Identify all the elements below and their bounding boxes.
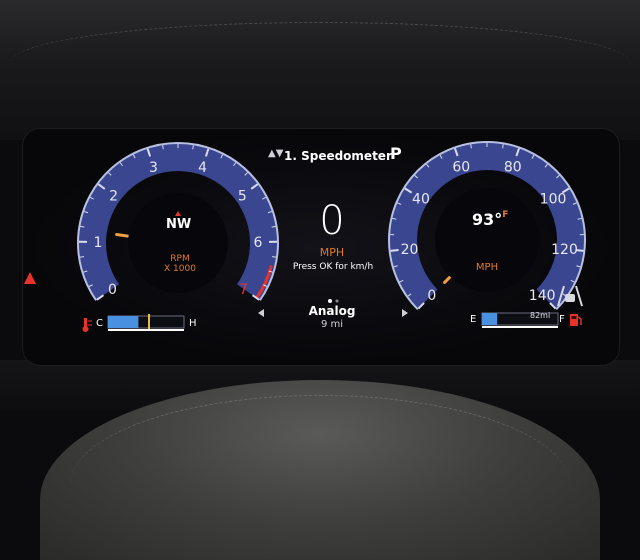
- rpm-multiplier-label: X 1000: [164, 264, 196, 274]
- menu-title: 1. Speedometer: [284, 149, 392, 163]
- outside-temperature: 93°F: [472, 210, 508, 229]
- units-hint: Press OK for km/h: [286, 262, 380, 272]
- digital-speed: 0: [300, 198, 364, 244]
- right-arrow-icon: [402, 309, 408, 317]
- spd-tick-label: 120: [551, 242, 578, 258]
- page-dot-active: [328, 299, 332, 303]
- outside-temperature-value: 93°: [472, 210, 502, 229]
- rpm-unit-label: RPM: [170, 254, 190, 264]
- tach-tick: [193, 145, 194, 149]
- temp-gauge-base: [108, 329, 184, 331]
- fuel-pump-icon: [570, 314, 581, 326]
- fuel-gauge-base: [482, 326, 558, 328]
- spd-tick-label: 40: [412, 192, 430, 208]
- page-dot: [336, 300, 339, 303]
- tach-tick: [163, 145, 164, 149]
- tachometer-hub: [128, 193, 228, 293]
- speedometer-unit-label: MPH: [472, 262, 502, 273]
- coolant-temp-icon: [83, 318, 93, 332]
- fuel-empty-label: E: [470, 314, 476, 325]
- spd-tick-label: 0: [427, 288, 436, 304]
- tach-tick: [272, 226, 276, 227]
- gear-indicator: P: [390, 144, 402, 163]
- compass-heading: NW: [166, 217, 191, 232]
- fuel-range: 82mi: [530, 311, 550, 320]
- spd-tick-label: 20: [401, 242, 419, 258]
- fuel-full-label: F: [559, 314, 565, 325]
- temp-hot-label: H: [189, 318, 197, 329]
- spd-tick-label: 60: [452, 159, 470, 175]
- spd-tick-label: 100: [540, 192, 567, 208]
- tach-tick-label: 4: [198, 160, 207, 176]
- tach-tick-label: 5: [238, 189, 247, 205]
- tach-tick: [80, 226, 84, 227]
- tach-tick: [80, 257, 84, 258]
- left-arrow-icon: [258, 309, 264, 317]
- spd-tick-label: 140: [529, 288, 556, 304]
- temp-gauge-fill: [108, 316, 138, 328]
- tach-tick-label: 7: [239, 282, 248, 298]
- menu-scroll-arrows: ▲▼: [268, 148, 283, 159]
- outside-temperature-unit: F: [502, 210, 508, 220]
- spd-tick: [471, 144, 472, 148]
- spd-tick: [503, 144, 504, 148]
- temp-gauge-marker: [148, 314, 150, 330]
- fuel-gauge-fill: [482, 313, 497, 325]
- odometer: 9 mi: [300, 319, 364, 330]
- digital-speed-unit: MPH: [300, 246, 364, 259]
- tach-tick-label: 0: [108, 282, 117, 298]
- display-mode: Analog: [300, 304, 364, 318]
- tach-tick-label: 2: [109, 189, 118, 205]
- speedometer-hub: [435, 188, 539, 292]
- tach-tick-label: 1: [94, 235, 103, 251]
- temp-cold-label: C: [96, 318, 103, 329]
- tach-tick-label: 3: [149, 160, 158, 176]
- tach-tick: [272, 257, 276, 258]
- spd-tick: [391, 250, 399, 251]
- tach-tick-label: 6: [254, 235, 263, 251]
- spd-tick-label: 80: [504, 159, 522, 175]
